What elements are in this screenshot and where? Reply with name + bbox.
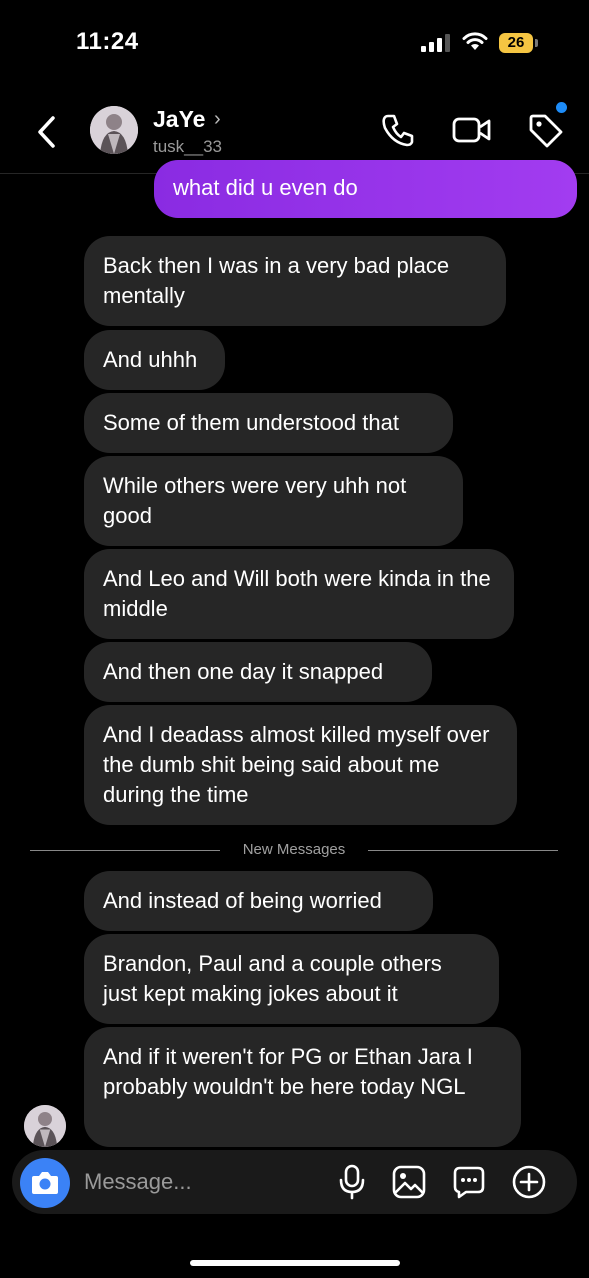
message-composer	[12, 1150, 577, 1214]
mic-icon[interactable]	[338, 1164, 366, 1200]
received-message-bubble[interactable]: Some of them understood that	[84, 393, 453, 453]
message-input[interactable]	[84, 1166, 324, 1198]
sent-message-bubble[interactable]: what did u even do	[154, 160, 577, 218]
sender-avatar[interactable]	[24, 1105, 66, 1147]
contact-name[interactable]: JaYe	[153, 106, 205, 133]
video-icon[interactable]	[452, 114, 492, 146]
call-icon[interactable]	[380, 112, 416, 148]
divider-line	[30, 850, 220, 851]
contact-handle[interactable]: tusk__33	[153, 137, 222, 157]
gallery-icon[interactable]	[392, 1165, 426, 1199]
camera-button[interactable]	[20, 1158, 70, 1208]
received-message-bubble[interactable]: And if it weren't for PG or Ethan Jara I…	[84, 1027, 521, 1147]
back-icon[interactable]	[34, 114, 60, 150]
received-message-bubble[interactable]: And I deadass almost killed myself over …	[84, 705, 517, 825]
signal-icon	[421, 34, 450, 52]
home-indicator	[190, 1260, 400, 1266]
sticker-icon[interactable]	[452, 1165, 486, 1199]
status-time: 11:24	[76, 28, 139, 55]
received-message-bubble[interactable]: While others were very uhh not good	[84, 456, 463, 546]
received-message-bubble[interactable]: And instead of being worried	[84, 871, 433, 931]
received-message-bubble[interactable]: And uhhh	[84, 330, 225, 390]
tag-icon[interactable]	[527, 112, 565, 150]
new-messages-divider: New Messages	[242, 841, 346, 858]
plus-icon[interactable]	[511, 1164, 547, 1200]
battery-nub	[535, 39, 538, 47]
battery-indicator: 26	[499, 33, 539, 53]
avatar[interactable]	[90, 106, 138, 154]
notification-dot	[556, 102, 567, 113]
avatar-figure	[90, 106, 138, 154]
divider-line	[368, 850, 558, 851]
wifi-icon	[462, 32, 488, 50]
chevron-right-icon[interactable]: ›	[214, 108, 221, 131]
received-message-bubble[interactable]: Back then I was in a very bad place ment…	[84, 236, 506, 326]
received-message-bubble[interactable]: Brandon, Paul and a couple others just k…	[84, 934, 499, 1024]
battery-level: 26	[499, 33, 533, 53]
avatar-figure	[24, 1105, 66, 1147]
received-message-bubble[interactable]: And then one day it snapped	[84, 642, 432, 702]
camera-icon	[32, 1172, 58, 1194]
received-message-bubble[interactable]: And Leo and Will both were kinda in the …	[84, 549, 514, 639]
